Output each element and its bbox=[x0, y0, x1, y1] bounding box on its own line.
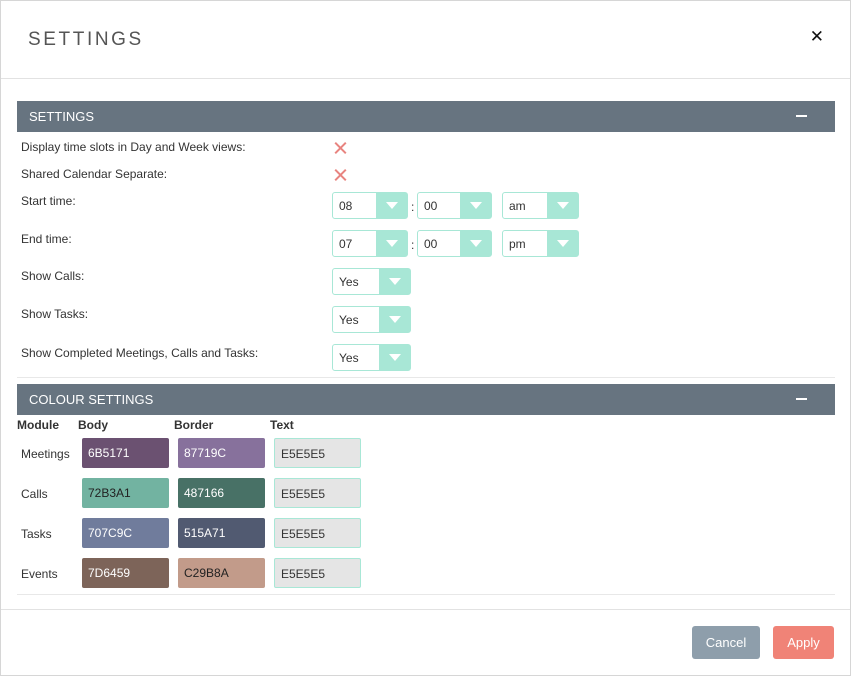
column-header-text: Text bbox=[270, 418, 294, 432]
settings-section-title: SETTINGS bbox=[29, 109, 95, 124]
show-calls-select[interactable]: Yes bbox=[332, 268, 411, 295]
settings-modal: SETTINGS ✕ SETTINGS Display time slots i… bbox=[0, 0, 851, 676]
modal-title: SETTINGS bbox=[28, 29, 144, 50]
tasks-border-colour-input[interactable]: 515A71 bbox=[178, 518, 265, 548]
meetings-border-colour-input[interactable]: 87719C bbox=[178, 438, 265, 468]
start-meridiem-select[interactable]: am bbox=[502, 192, 579, 219]
shared-calendar-separate-checkbox[interactable] bbox=[333, 168, 347, 182]
events-body-colour-input[interactable]: 7D6459 bbox=[82, 558, 169, 588]
divider bbox=[17, 377, 835, 378]
start-hour-select[interactable]: 08 bbox=[332, 192, 408, 219]
colour-section-header[interactable]: COLOUR SETTINGS bbox=[17, 384, 835, 415]
start-minute-select[interactable]: 00 bbox=[417, 192, 492, 219]
show-tasks-label: Show Tasks: bbox=[21, 307, 89, 321]
settings-section-header[interactable]: SETTINGS bbox=[17, 101, 835, 132]
calls-body-colour-input[interactable]: 72B3A1 bbox=[82, 478, 169, 508]
cancel-button[interactable]: Cancel bbox=[692, 626, 760, 659]
meetings-body-colour-input[interactable]: 6B5171 bbox=[82, 438, 169, 468]
chevron-down-icon bbox=[460, 193, 491, 218]
column-header-border: Border bbox=[174, 418, 214, 432]
time-separator: : bbox=[411, 238, 415, 252]
start-time-label: Start time: bbox=[21, 194, 76, 208]
close-icon[interactable]: ✕ bbox=[810, 27, 824, 47]
display-time-slots-label: Display time slots in Day and Week views… bbox=[21, 140, 246, 154]
collapse-settings-icon[interactable] bbox=[796, 115, 807, 117]
end-time-label: End time: bbox=[21, 232, 72, 246]
events-text-colour-input[interactable]: E5E5E5 bbox=[274, 558, 361, 588]
calls-text-colour-input[interactable]: E5E5E5 bbox=[274, 478, 361, 508]
module-label-meetings: Meetings bbox=[21, 447, 70, 461]
end-meridiem-select[interactable]: pm bbox=[502, 230, 579, 257]
colour-section-title: COLOUR SETTINGS bbox=[29, 392, 154, 407]
chevron-down-icon bbox=[460, 231, 491, 256]
tasks-text-colour-input[interactable]: E5E5E5 bbox=[274, 518, 361, 548]
display-time-slots-checkbox[interactable] bbox=[333, 141, 347, 155]
collapse-colour-icon[interactable] bbox=[796, 398, 807, 400]
show-completed-select[interactable]: Yes bbox=[332, 344, 411, 371]
show-completed-label: Show Completed Meetings, Calls and Tasks… bbox=[21, 346, 259, 360]
chevron-down-icon bbox=[376, 193, 407, 218]
divider bbox=[17, 594, 835, 595]
end-hour-select[interactable]: 07 bbox=[332, 230, 408, 257]
module-label-calls: Calls bbox=[21, 487, 48, 501]
end-minute-select[interactable]: 00 bbox=[417, 230, 492, 257]
events-border-colour-input[interactable]: C29B8A bbox=[178, 558, 265, 588]
column-header-body: Body bbox=[78, 418, 108, 432]
show-tasks-select[interactable]: Yes bbox=[332, 306, 411, 333]
modal-header: SETTINGS ✕ bbox=[1, 1, 850, 79]
chevron-down-icon bbox=[376, 231, 407, 256]
apply-button[interactable]: Apply bbox=[773, 626, 834, 659]
chevron-down-icon bbox=[379, 345, 410, 370]
shared-calendar-separate-label: Shared Calendar Separate: bbox=[21, 167, 168, 181]
show-calls-label: Show Calls: bbox=[21, 269, 85, 283]
module-label-tasks: Tasks bbox=[21, 527, 52, 541]
footer-divider bbox=[1, 609, 850, 610]
time-separator: : bbox=[411, 200, 415, 214]
module-label-events: Events bbox=[21, 567, 58, 581]
chevron-down-icon bbox=[547, 193, 578, 218]
calls-border-colour-input[interactable]: 487166 bbox=[178, 478, 265, 508]
chevron-down-icon bbox=[547, 231, 578, 256]
chevron-down-icon bbox=[379, 307, 410, 332]
chevron-down-icon bbox=[379, 269, 410, 294]
meetings-text-colour-input[interactable]: E5E5E5 bbox=[274, 438, 361, 468]
column-header-module: Module bbox=[17, 418, 59, 432]
tasks-body-colour-input[interactable]: 707C9C bbox=[82, 518, 169, 548]
